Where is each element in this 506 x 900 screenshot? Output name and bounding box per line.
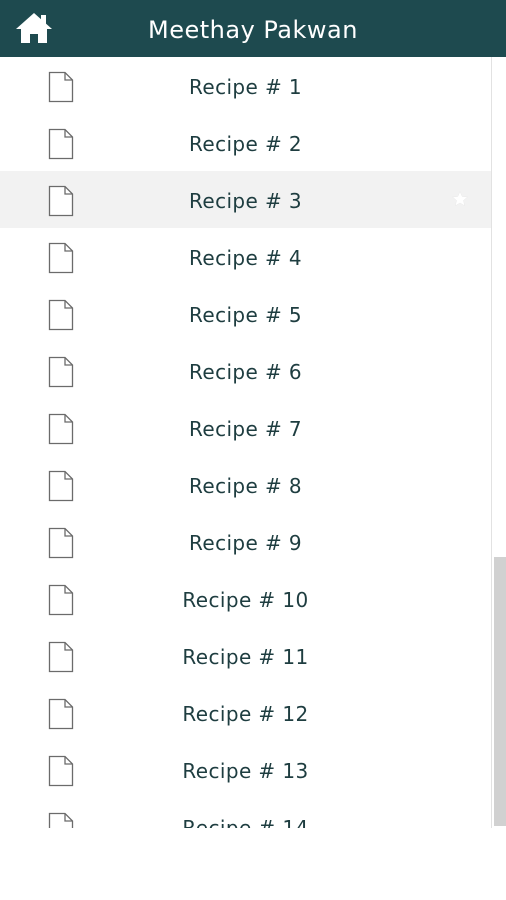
list-item[interactable]: Recipe # 4 [0, 228, 491, 285]
scrollbar[interactable] [491, 57, 506, 828]
list-item[interactable]: Recipe # 14 [0, 798, 491, 828]
list-item[interactable]: Recipe # 3 [0, 171, 491, 228]
list-item[interactable]: Recipe # 2 [0, 114, 491, 171]
list-item-label: Recipe # 1 [188, 75, 303, 99]
list-item-label: Recipe # 9 [188, 531, 303, 555]
list-item[interactable]: Recipe # 6 [0, 342, 491, 399]
list-item-label: Recipe # 11 [182, 645, 309, 669]
list-item-label: Recipe # 13 [182, 759, 309, 783]
page-title: Meethay Pakwan [148, 16, 358, 44]
list-item-label: Recipe # 3 [188, 189, 303, 213]
list-item[interactable]: Recipe # 1 [0, 57, 491, 114]
list-item[interactable]: Recipe # 10 [0, 570, 491, 627]
bottom-blank-area [0, 828, 506, 900]
list-item-label: Recipe # 10 [182, 588, 309, 612]
list-item-label: Recipe # 12 [182, 702, 309, 726]
scrollbar-thumb[interactable] [494, 557, 506, 826]
list-item[interactable]: Recipe # 13 [0, 741, 491, 798]
list-item-label: Recipe # 4 [188, 246, 303, 270]
list-item-label: Recipe # 8 [188, 474, 303, 498]
list-item[interactable]: Recipe # 8 [0, 456, 491, 513]
recipe-list[interactable]: Recipe # 1 Recipe # 2 Recipe # 3 Recipe # 4… [0, 57, 506, 828]
list-item[interactable]: Recipe # 11 [0, 627, 491, 684]
app-header: Meethay Pakwan [0, 0, 506, 57]
list-item-label: Recipe # 7 [188, 417, 303, 441]
list-item-label: Recipe # 14 [182, 816, 309, 828]
star-icon[interactable] [451, 190, 469, 208]
list-item-label: Recipe # 6 [188, 360, 303, 384]
list-item-label: Recipe # 2 [188, 132, 303, 156]
list-item[interactable]: Recipe # 12 [0, 684, 491, 741]
list-item[interactable]: Recipe # 9 [0, 513, 491, 570]
list-item-label: Recipe # 5 [188, 303, 303, 327]
list-item[interactable]: Recipe # 5 [0, 285, 491, 342]
list-item[interactable]: Recipe # 7 [0, 399, 491, 456]
